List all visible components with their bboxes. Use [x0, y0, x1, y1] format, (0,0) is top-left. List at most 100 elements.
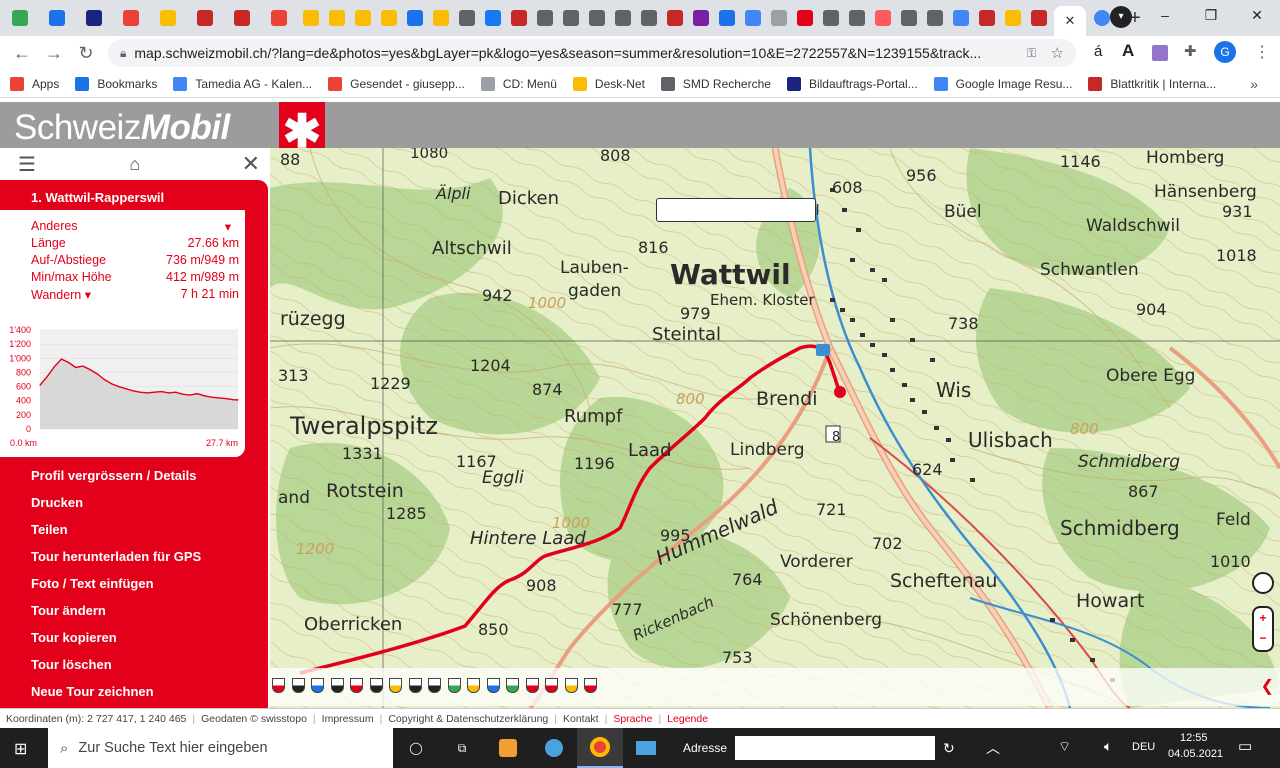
pinned-tab-19[interactable]	[559, 5, 582, 31]
zoom-control[interactable]: + −	[1252, 606, 1274, 652]
tour-menu-item[interactable]: Foto / Text einfügen	[31, 575, 201, 602]
tour-stat[interactable]: Wandern ▾ 7 h 21 min	[0, 287, 245, 304]
tour-menu-item[interactable]: Tour herunterladen für GPS	[31, 548, 201, 575]
tour-menu-item[interactable]: Drucken	[31, 494, 201, 521]
pinned-tab-34[interactable]	[949, 5, 972, 31]
bookmark-item[interactable]: Gesendet - giusepp...	[328, 76, 465, 91]
tour-stat[interactable]: Anderes ▾	[0, 219, 245, 236]
bookmark-item[interactable]: Tamedia AG - Kalen...	[173, 76, 312, 91]
pinned-tab-18[interactable]	[533, 5, 556, 31]
windows-start-icon[interactable]: ⊞	[14, 739, 27, 759]
pinned-tab-20[interactable]	[585, 5, 608, 31]
more-bookmarks-button[interactable]: »	[1250, 76, 1258, 92]
task-view-icon[interactable]: ⧉	[439, 728, 485, 768]
font-icon[interactable]: A	[1122, 41, 1134, 61]
pinned-tab-27[interactable]	[767, 5, 790, 31]
schweizmobil-logo[interactable]: SchweizMobil	[14, 108, 230, 148]
footer-link[interactable]: Impressum	[322, 713, 374, 725]
extension-translate-icon[interactable]	[1152, 45, 1168, 61]
pinned-tab-10[interactable]	[325, 5, 348, 31]
bookmark-item[interactable]: Apps	[10, 76, 59, 91]
tour-menu-item[interactable]: Tour kopieren	[31, 629, 201, 656]
pinned-tab-30[interactable]	[845, 5, 868, 31]
chrome-taskbar-icon[interactable]	[577, 728, 623, 768]
bookmark-star-icon[interactable]: ☆	[1051, 44, 1064, 62]
collapse-arrow-icon[interactable]: ❮	[1261, 676, 1274, 696]
pinned-tab-15[interactable]	[455, 5, 478, 31]
poi-box[interactable]	[656, 198, 816, 222]
close-tab-icon[interactable]: ✕	[1065, 13, 1076, 29]
pinned-tab-24[interactable]	[689, 5, 712, 31]
pinned-tab-1[interactable]	[3, 5, 37, 31]
address-input[interactable]	[735, 736, 936, 760]
go-icon[interactable]: ↻	[943, 740, 955, 757]
tour-menu-item[interactable]: Teilen	[31, 521, 201, 548]
footer-link[interactable]: Legende	[667, 713, 708, 725]
taskbar-search[interactable]: ⌕ Zur Suche Text hier eingeben	[48, 728, 393, 768]
footer-link[interactable]: Copyright & Datenschutzerklärung	[388, 713, 548, 725]
tour-menu-item[interactable]: Tour ändern	[31, 602, 201, 629]
clock-time[interactable]: 12:55	[1180, 732, 1208, 744]
bookmark-item[interactable]: Google Image Resu...	[933, 76, 1072, 91]
maximize-button[interactable]: ❐	[1188, 0, 1234, 30]
pinned-tab-13[interactable]	[403, 5, 426, 31]
footer-link[interactable]: Sprache	[613, 713, 652, 725]
profile-avatar[interactable]: G	[1214, 41, 1236, 63]
pinned-tab-26[interactable]	[741, 5, 764, 31]
network-icon[interactable]: ⌔	[1058, 738, 1071, 756]
bookmark-item[interactable]: Desk-Net	[572, 76, 645, 91]
minimize-button[interactable]: –	[1142, 0, 1188, 30]
bookmark-item[interactable]: Bildauftrags-Portal...	[786, 76, 918, 91]
language-indicator[interactable]: DEU	[1132, 741, 1155, 753]
pinned-tab-32[interactable]	[897, 5, 920, 31]
active-tab[interactable]: ✕	[1054, 6, 1086, 36]
media-app-icon[interactable]	[485, 728, 531, 768]
home-icon[interactable]: ⌂	[129, 154, 140, 175]
cortana-icon[interactable]: ◯	[393, 728, 439, 768]
pinned-tab-33[interactable]	[923, 5, 946, 31]
pinned-tab-16[interactable]	[481, 5, 504, 31]
pinned-tab-28[interactable]	[793, 5, 816, 31]
locate-button[interactable]	[1252, 572, 1274, 594]
network-app-icon[interactable]	[531, 728, 577, 768]
tour-menu-item[interactable]: Tour löschen	[31, 656, 201, 683]
tab-search-icon[interactable]: ▾	[1110, 6, 1132, 28]
menu-icon[interactable]: ⋮	[1254, 42, 1270, 62]
pinned-tab-22[interactable]	[637, 5, 660, 31]
pinned-tab-5[interactable]	[151, 5, 185, 31]
elevation-chart[interactable]: 1'400 1'200 1'000 800 600 400 200 0 0.0 km 27.7 k…	[0, 322, 245, 454]
volume-icon[interactable]: 🔈︎	[1104, 738, 1112, 755]
pinned-tab-9[interactable]	[299, 5, 322, 31]
bookmark-item[interactable]: CD: Menü	[480, 76, 557, 91]
lock-icon[interactable]: 🔒︎	[120, 46, 126, 61]
reload-button[interactable]: ↻	[70, 37, 102, 69]
tour-menu-item[interactable]: Neue Tour zeichnen	[31, 683, 201, 710]
mail-taskbar-icon[interactable]	[623, 728, 669, 768]
tray-chevron-icon[interactable]: ︿	[986, 738, 1000, 758]
url-text[interactable]: map.schweizmobil.ch/?lang=de&photos=yes&…	[134, 45, 1024, 61]
back-button[interactable]: ←	[6, 37, 38, 69]
omnibox[interactable]: 🔒︎ map.schweizmobil.ch/?lang=de&photos=y…	[108, 39, 1076, 67]
pinned-tab-12[interactable]	[377, 5, 400, 31]
close-sidebar-icon[interactable]: ✕	[242, 151, 260, 177]
menu-icon[interactable]: ☰	[18, 152, 36, 177]
bookmark-item[interactable]: SMD Recherche	[660, 76, 771, 91]
pinned-tab-31[interactable]	[871, 5, 894, 31]
logo-mark[interactable]: ✱	[279, 102, 325, 157]
pinned-tab-17[interactable]	[507, 5, 530, 31]
pinned-tab-36[interactable]	[1001, 5, 1024, 31]
pinned-tab-8[interactable]	[262, 5, 296, 31]
footer-link[interactable]: Kontakt	[563, 713, 599, 725]
pinned-tab-11[interactable]	[351, 5, 374, 31]
pinned-tab-21[interactable]	[611, 5, 634, 31]
pinned-tab-37[interactable]	[1027, 5, 1050, 31]
tour-title[interactable]: 1. Wattwil-Rapperswil	[0, 180, 268, 210]
notifications-icon[interactable]: ▭	[1238, 737, 1252, 755]
pinned-tab-25[interactable]	[715, 5, 738, 31]
close-window-button[interactable]: ✕	[1234, 0, 1280, 30]
pinned-tab-6[interactable]	[188, 5, 222, 31]
map-view[interactable]: WattwilEhem. KlosterLichtensteig-Wattwil…	[270, 148, 1280, 708]
pinned-tab-23[interactable]	[663, 5, 686, 31]
tour-menu-item[interactable]: Profil vergrössern / Details	[31, 467, 201, 494]
pinned-tab-35[interactable]	[975, 5, 998, 31]
